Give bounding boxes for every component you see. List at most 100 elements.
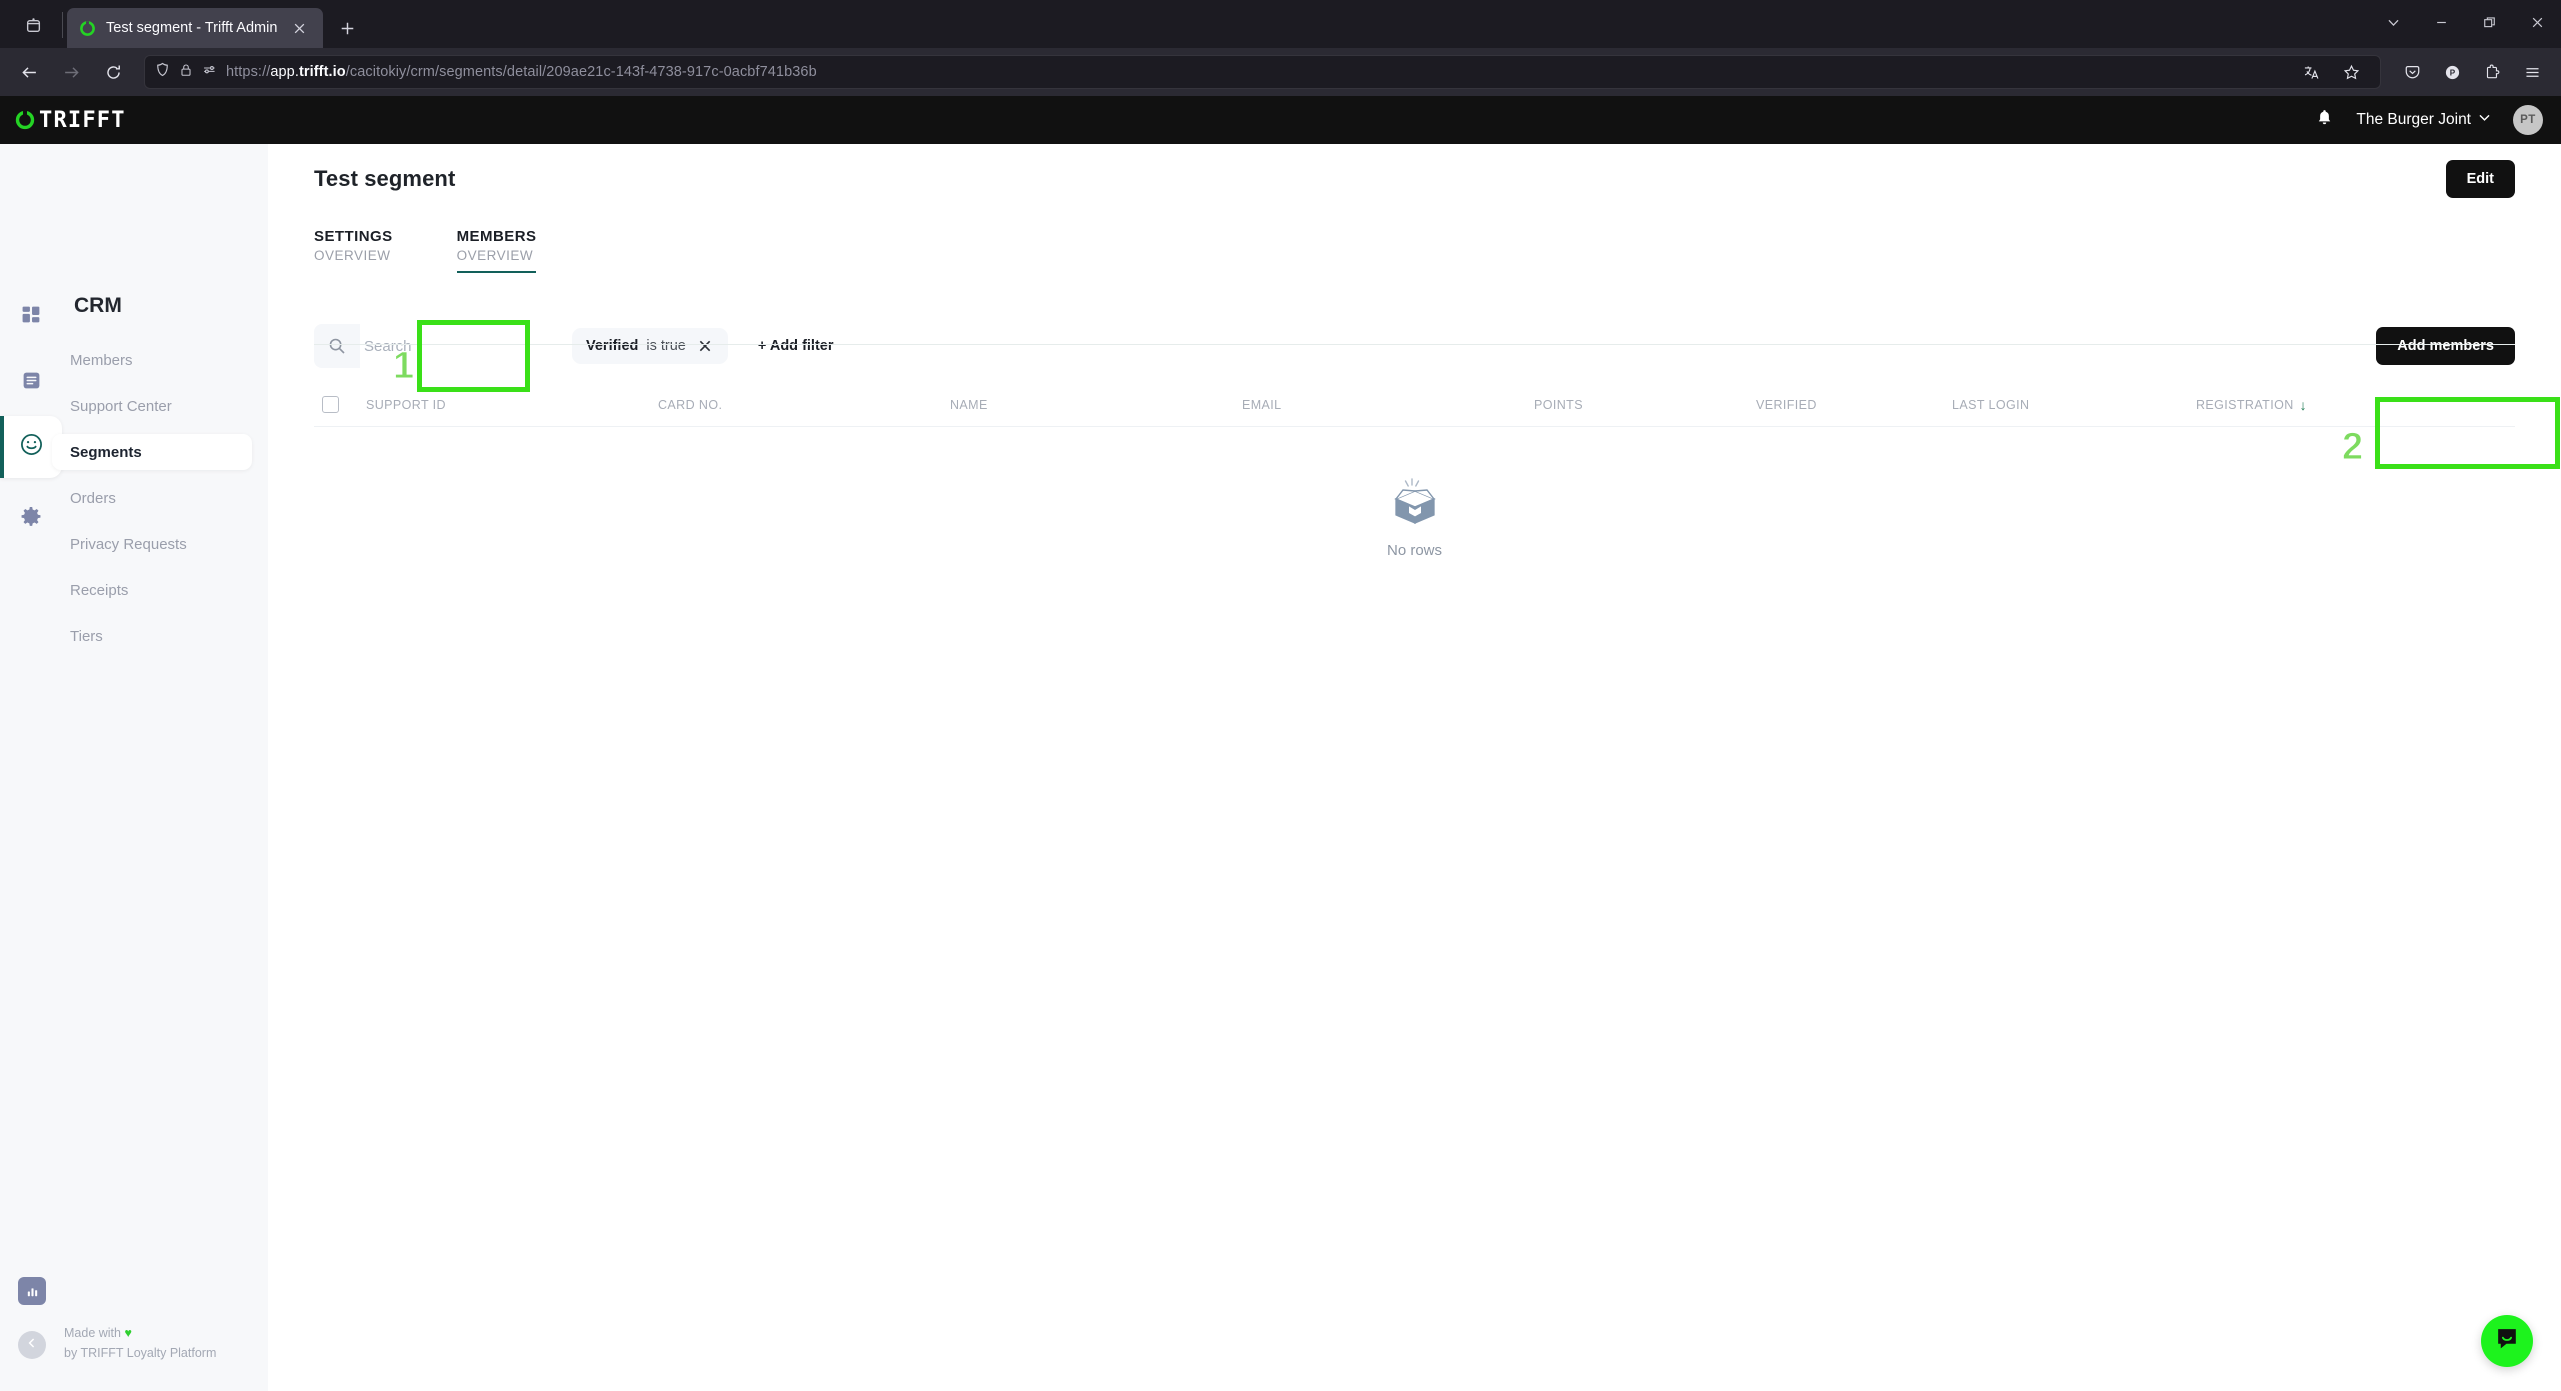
tabs-divider (314, 344, 2515, 345)
platform-credit-text: by TRIFFT Loyalty Platform (64, 1345, 217, 1360)
browser-toolbar-right: P (2393, 54, 2551, 90)
sidebar-item-members[interactable]: Members (52, 342, 252, 378)
heart-icon: ♥ (124, 1326, 132, 1341)
web-app: TRIFFT The Burger Joint PT CRM Members S… (0, 96, 2561, 1391)
app-body: CRM Members Support Center Segments Orde… (0, 144, 2561, 1391)
column-header-points[interactable]: POINTS (1534, 398, 1756, 412)
analytics-icon[interactable] (18, 1277, 46, 1305)
sidebar-item-tiers[interactable]: Tiers (52, 618, 252, 654)
page-title: Test segment (314, 166, 456, 191)
add-filter-button[interactable]: + Add filter (758, 338, 834, 354)
app-logo[interactable]: TRIFFT (14, 108, 126, 133)
tab-members[interactable]: MEMBERS OVERVIEW (456, 228, 559, 273)
chevron-down-icon (2478, 111, 2491, 129)
filter-chip-remove-icon[interactable] (696, 337, 714, 355)
search-icon (314, 324, 360, 368)
sidebar-item-label: Orders (70, 489, 116, 507)
browser-tabstrip: Test segment - Trifft Admin (0, 0, 2561, 48)
empty-box-icon (1385, 475, 1445, 536)
sidebar-item-privacy-requests[interactable]: Privacy Requests (52, 526, 252, 562)
trifft-logo-icon (79, 20, 96, 37)
tenant-switcher[interactable]: The Burger Joint (2356, 111, 2491, 129)
column-header-registration[interactable]: REGISTRATION ↓ (2196, 398, 2515, 412)
add-members-button[interactable]: Add members (2376, 327, 2515, 365)
firefox-view-button[interactable] (6, 5, 60, 45)
sidebar-item-label: Privacy Requests (70, 535, 187, 553)
window-controls (2369, 0, 2561, 44)
extensions-icon[interactable] (2473, 54, 2511, 90)
restore-icon[interactable] (2465, 0, 2513, 44)
tabstrip-separator (62, 12, 63, 38)
browser-tab-title: Test segment - Trifft Admin (106, 20, 278, 36)
tab-settings-line1: SETTINGS (314, 228, 393, 245)
chevron-left-icon (26, 1336, 38, 1354)
bell-icon[interactable] (2315, 108, 2334, 132)
profile-icon[interactable]: P (2433, 54, 2471, 90)
select-all-checkbox[interactable] (314, 396, 366, 413)
bookmark-star-icon[interactable] (2332, 54, 2370, 90)
tab-close-icon[interactable] (287, 16, 311, 40)
column-header-registration-label: REGISTRATION (2196, 397, 2294, 412)
sidebar-item-receipts[interactable]: Receipts (52, 572, 252, 608)
new-tab-button[interactable] (329, 10, 365, 46)
close-icon[interactable] (2513, 0, 2561, 44)
made-with-credit: Made with ♥ by TRIFFT Loyalty Platform (64, 1324, 216, 1363)
column-header-card-no[interactable]: CARD NO. (658, 398, 950, 412)
filter-chip-verified[interactable]: Verified is true (572, 328, 728, 364)
made-with-text: Made with (64, 1326, 125, 1341)
table-header-row: SUPPORT ID CARD NO. NAME EMAIL POINTS VE… (314, 383, 2515, 427)
chat-launcher-button[interactable] (2481, 1315, 2533, 1367)
tab-settings[interactable]: SETTINGS OVERVIEW (314, 228, 415, 273)
sidebar-nav-list: Members Support Center Segments Orders P… (52, 342, 252, 664)
sidebar-item-label: Segments (70, 443, 142, 461)
app-header: TRIFFT The Burger Joint PT (0, 96, 2561, 144)
shield-icon[interactable] (155, 62, 170, 82)
empty-state-label: No rows (1386, 542, 1442, 559)
url-text: https://app.trifft.io/cacitokiy/crm/segm… (226, 64, 817, 80)
column-header-email[interactable]: EMAIL (1242, 398, 1534, 412)
dashboard-icon[interactable] (0, 284, 62, 346)
forward-icon[interactable] (52, 54, 90, 90)
search-input[interactable] (360, 324, 548, 368)
permissions-icon[interactable] (202, 62, 217, 82)
column-header-support-id[interactable]: SUPPORT ID (366, 398, 658, 412)
sidebar-item-segments[interactable]: Segments (52, 434, 252, 470)
tab-settings-line2: OVERVIEW (314, 248, 391, 263)
edit-button[interactable]: Edit (2445, 160, 2515, 198)
sidebar-collapse-button[interactable] (18, 1331, 46, 1359)
checkbox-icon (322, 396, 339, 413)
main-content: Test segment Edit SETTINGS OVERVIEW MEMB… (268, 144, 2561, 1391)
pocket-icon[interactable] (2393, 54, 2431, 90)
sidebar-item-support-center[interactable]: Support Center (52, 388, 252, 424)
table-empty-state: No rows (314, 427, 2515, 559)
column-header-verified[interactable]: VERIFIED (1756, 398, 1952, 412)
back-icon[interactable] (10, 54, 48, 90)
minimize-icon[interactable] (2417, 0, 2465, 44)
search-box[interactable] (314, 324, 548, 368)
chat-bubble-icon (2494, 1325, 2521, 1357)
lock-icon[interactable] (179, 63, 193, 82)
avatar[interactable]: PT (2513, 105, 2543, 135)
page-header: Test segment Edit (314, 144, 2515, 198)
sidebar-item-label: Members (70, 351, 133, 369)
tab-members-line2: OVERVIEW (456, 248, 534, 263)
column-header-last-login[interactable]: LAST LOGIN (1952, 398, 2196, 412)
list-all-tabs-icon[interactable] (2369, 0, 2417, 44)
sidebar-item-label: Support Center (70, 397, 172, 415)
browser-navbar: https://app.trifft.io/cacitokiy/crm/segm… (0, 48, 2561, 96)
tenant-name: The Burger Joint (2356, 111, 2471, 128)
column-header-name[interactable]: NAME (950, 398, 1242, 412)
trifft-mark-icon (15, 110, 35, 130)
sidebar-footer: Made with ♥ by TRIFFT Loyalty Platform (0, 1277, 268, 1391)
browser-tab-active[interactable]: Test segment - Trifft Admin (67, 8, 324, 48)
sidebar: CRM Members Support Center Segments Orde… (0, 144, 268, 1391)
reload-icon[interactable] (94, 54, 132, 90)
sidebar-section-title: CRM (74, 294, 122, 317)
tab-members-line1: MEMBERS (456, 228, 537, 245)
sidebar-item-orders[interactable]: Orders (52, 480, 252, 516)
translate-icon[interactable] (2292, 54, 2330, 90)
browser-window: Test segment - Trifft Admin https://app.… (0, 0, 2561, 1391)
menu-icon[interactable] (2513, 54, 2551, 90)
members-table: SUPPORT ID CARD NO. NAME EMAIL POINTS VE… (314, 383, 2515, 559)
url-bar[interactable]: https://app.trifft.io/cacitokiy/crm/segm… (144, 55, 2381, 89)
